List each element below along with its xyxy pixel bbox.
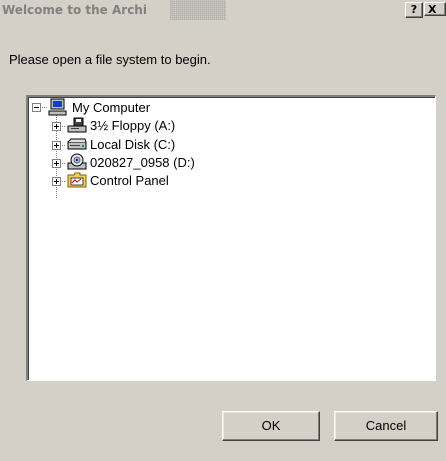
cd-drive-icon <box>67 153 87 174</box>
collapse-toggle-icon[interactable] <box>32 103 41 112</box>
tree-item-local-disk[interactable]: Local Disk (C:) <box>28 136 228 154</box>
window-title: Welcome to the Archi <box>2 3 147 17</box>
expand-toggle-icon[interactable] <box>52 122 61 131</box>
close-button[interactable]: X <box>424 2 446 16</box>
file-system-tree[interactable]: My Computer 3½ Floppy (A:) Local Disk (C… <box>26 95 436 381</box>
tree-item-cd-drive[interactable]: 020827_0958 (D:) <box>28 153 228 174</box>
computer-icon <box>48 98 68 119</box>
ok-button[interactable]: OK <box>222 411 320 441</box>
help-button[interactable]: ? <box>405 2 423 18</box>
tree-item-my-computer[interactable]: My Computer <box>28 98 228 119</box>
floppy-drive-icon <box>67 117 87 137</box>
control-panel-icon <box>67 172 87 192</box>
tree-item-label: 3½ Floppy (A:) <box>90 118 176 133</box>
title-bar[interactable]: Welcome to the Archi ? X <box>0 0 446 20</box>
instruction-text: Please open a file system to begin. <box>9 52 211 67</box>
tree-item-label: Local Disk (C:) <box>90 137 176 152</box>
tree-item-label: Control Panel <box>90 173 169 188</box>
expand-toggle-icon[interactable] <box>52 159 61 168</box>
tree-item-floppy[interactable]: 3½ Floppy (A:) <box>28 117 228 135</box>
expand-toggle-icon[interactable] <box>52 141 61 150</box>
tree-item-control-panel[interactable]: Control Panel <box>28 172 228 190</box>
title-fade <box>170 0 226 20</box>
tree-item-label: My Computer <box>72 100 151 115</box>
cancel-button[interactable]: Cancel <box>334 411 438 441</box>
tree-item-label: 020827_0958 (D:) <box>90 155 195 170</box>
expand-toggle-icon[interactable] <box>52 177 61 186</box>
